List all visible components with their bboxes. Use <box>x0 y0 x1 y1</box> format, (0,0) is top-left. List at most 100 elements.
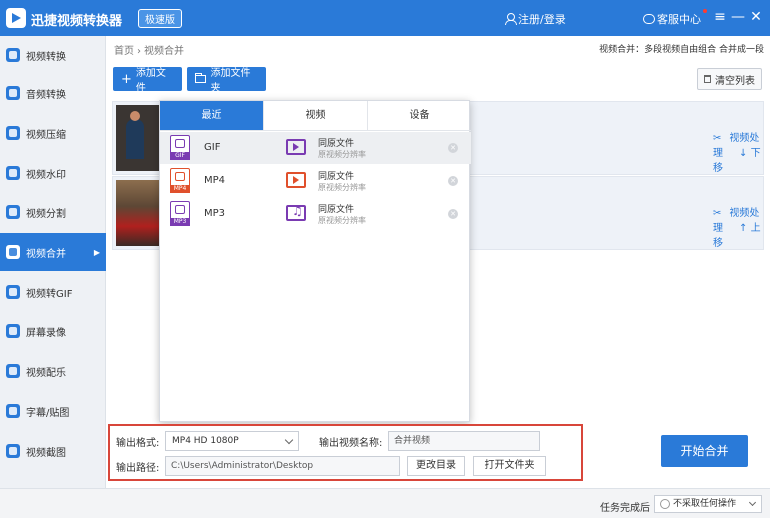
minimize-button[interactable]: — <box>730 9 746 25</box>
remove-icon[interactable]: ✕ <box>448 176 458 186</box>
feature-hint: 视频合并：多段视频自由组合 合并成一段 <box>599 45 764 55</box>
video-convert-icon <box>6 48 20 62</box>
chevron-right-icon: ▶ <box>93 247 100 257</box>
login-link[interactable]: 注册/登录 <box>505 11 566 27</box>
sidebar-item-screenshot[interactable]: 视频截图 <box>0 432 106 470</box>
split-icon <box>6 205 20 219</box>
quality-title: 同原文件 <box>318 139 355 149</box>
tab-video[interactable]: 视频 <box>264 101 368 130</box>
clear-list-label: 清空列表 <box>715 75 755 87</box>
film-icon <box>286 172 306 188</box>
format-option-mp3[interactable]: MP3 MP3 同原文件 原视频分辨率 ✕ <box>160 198 471 230</box>
output-settings-panel: 输出格式: MP4 HD 1080P 输出视频名称: 合并视频 输出路径: C:… <box>108 424 583 481</box>
format-option-gif[interactable]: GIF GIF 同原文件 原视频分辨率 ✕ <box>160 132 471 164</box>
after-task-label: 任务完成后 <box>600 503 650 514</box>
breadcrumb: 首页 › 视频合并 <box>114 42 184 57</box>
row-actions: ✂ 视频处理 ↑ 上移 <box>713 204 763 249</box>
sidebar-item-merge[interactable]: 视频合并 ▶ <box>0 233 106 271</box>
sidebar-item-audio-convert[interactable]: 音频转换 <box>0 74 106 112</box>
output-path-field[interactable]: C:\Users\Administrator\Desktop <box>165 456 400 476</box>
sidebar-item-video-compress[interactable]: 视频压缩 <box>0 114 106 152</box>
format-popup: 最近 视频 设备 GIF GIF 同原文件 原视频分辨率 ✕ MP4 MP4 同… <box>159 100 471 422</box>
screen-record-icon <box>6 324 20 338</box>
status-bar: 任务完成后 不采取任何操作 <box>0 488 770 518</box>
format-tag: MP3 <box>170 218 190 226</box>
sidebar-item-label: 视频分割 <box>26 208 66 220</box>
sidebar-item-music[interactable]: 视频配乐 <box>0 352 106 390</box>
sidebar-item-gif[interactable]: 视频转GIF <box>0 273 106 311</box>
format-name: MP3 <box>204 208 226 219</box>
title-bar: 迅捷视频转换器 极速版 注册/登录 客服中心 ≡ — ✕ <box>0 0 770 36</box>
add-folder-button[interactable]: 添加文件夹 <box>187 67 266 94</box>
add-file-button[interactable]: + 添加文件 <box>113 67 182 94</box>
breadcrumb-home[interactable]: 首页 <box>114 46 134 57</box>
change-directory-button[interactable]: 更改目录 <box>407 456 465 476</box>
screenshot-icon <box>6 444 20 458</box>
open-folder-button[interactable]: 打开文件夹 <box>473 456 546 476</box>
video-thumbnail <box>116 105 162 171</box>
sidebar-item-label: 字幕/贴图 <box>26 407 70 419</box>
close-button[interactable]: ✕ <box>748 9 764 25</box>
app-title: 迅捷视频转换器 <box>31 14 123 29</box>
remove-icon[interactable]: ✕ <box>448 143 458 153</box>
chat-icon <box>643 14 655 24</box>
app-logo-icon <box>6 8 26 28</box>
music-note-icon <box>286 204 306 221</box>
sidebar-item-label: 视频配乐 <box>26 367 66 379</box>
watermark-icon <box>6 166 20 180</box>
video-thumbnail <box>116 180 162 246</box>
quality-subtitle: 原视频分辨率 <box>318 183 366 192</box>
merge-icon <box>6 245 20 259</box>
tab-recent[interactable]: 最近 <box>160 101 264 130</box>
quality-title: 同原文件 <box>318 172 355 182</box>
quality-title: 同原文件 <box>318 205 355 215</box>
menu-button[interactable]: ≡ <box>712 9 728 25</box>
format-tag: GIF <box>170 152 190 160</box>
format-name: MP4 <box>204 175 226 186</box>
mp4-file-icon: MP4 <box>170 168 190 193</box>
scissors-icon: ✂ <box>713 208 722 219</box>
breadcrumb-current: 视频合并 <box>144 46 184 57</box>
output-format-select[interactable]: MP4 HD 1080P <box>165 431 299 451</box>
folder-icon <box>195 73 206 83</box>
add-folder-label: 添加文件夹 <box>210 68 251 94</box>
start-merge-button[interactable]: 开始合并 <box>661 435 748 467</box>
login-label: 注册/登录 <box>518 13 566 26</box>
format-option-mp4[interactable]: MP4 MP4 同原文件 原视频分辨率 ✕ <box>160 165 471 197</box>
plus-icon: + <box>121 71 132 87</box>
remove-icon[interactable]: ✕ <box>448 209 458 219</box>
format-tag: MP4 <box>170 185 190 193</box>
sidebar-item-label: 屏幕录像 <box>26 327 66 339</box>
sidebar-item-screen-record[interactable]: 屏幕录像 <box>0 312 106 350</box>
sidebar-item-label: 视频合并 <box>26 248 66 260</box>
scissors-icon: ✂ <box>713 133 722 144</box>
sidebar-item-label: 视频转GIF <box>26 288 73 300</box>
tab-device[interactable]: 设备 <box>368 101 471 130</box>
output-name-field[interactable]: 合并视频 <box>388 431 540 451</box>
row-actions: ✂ 视频处理 ↓ 下移 <box>713 129 763 174</box>
format-tabs: 最近 视频 设备 <box>160 101 471 131</box>
service-label: 客服中心 <box>657 13 701 26</box>
sidebar-item-split[interactable]: 视频分割 <box>0 193 106 231</box>
subtitle-icon <box>6 404 20 418</box>
mp3-file-icon: MP3 <box>170 201 190 226</box>
sidebar-item-watermark[interactable]: 视频水印 <box>0 154 106 192</box>
sidebar-item-subtitle[interactable]: 字幕/贴图 <box>0 392 106 430</box>
edition-badge: 极速版 <box>138 9 182 28</box>
gif-icon <box>6 285 20 299</box>
quality-subtitle: 原视频分辨率 <box>318 216 366 225</box>
gif-file-icon: GIF <box>170 135 190 160</box>
customer-service-link[interactable]: 客服中心 <box>643 11 701 27</box>
sidebar-item-label: 视频截图 <box>26 447 66 459</box>
add-file-label: 添加文件 <box>135 68 166 94</box>
audio-convert-icon <box>6 86 20 100</box>
user-icon <box>505 13 517 25</box>
format-name: GIF <box>204 142 221 153</box>
sidebar-item-label: 视频水印 <box>26 169 66 181</box>
sidebar-item-video-convert[interactable]: 视频转换 <box>0 36 106 74</box>
trash-icon <box>704 75 711 83</box>
sidebar-item-label: 音频转换 <box>26 89 66 101</box>
clear-list-button[interactable]: 清空列表 <box>697 68 762 90</box>
after-task-select[interactable]: 不采取任何操作 <box>654 495 762 513</box>
breadcrumb-separator: › <box>137 46 141 57</box>
